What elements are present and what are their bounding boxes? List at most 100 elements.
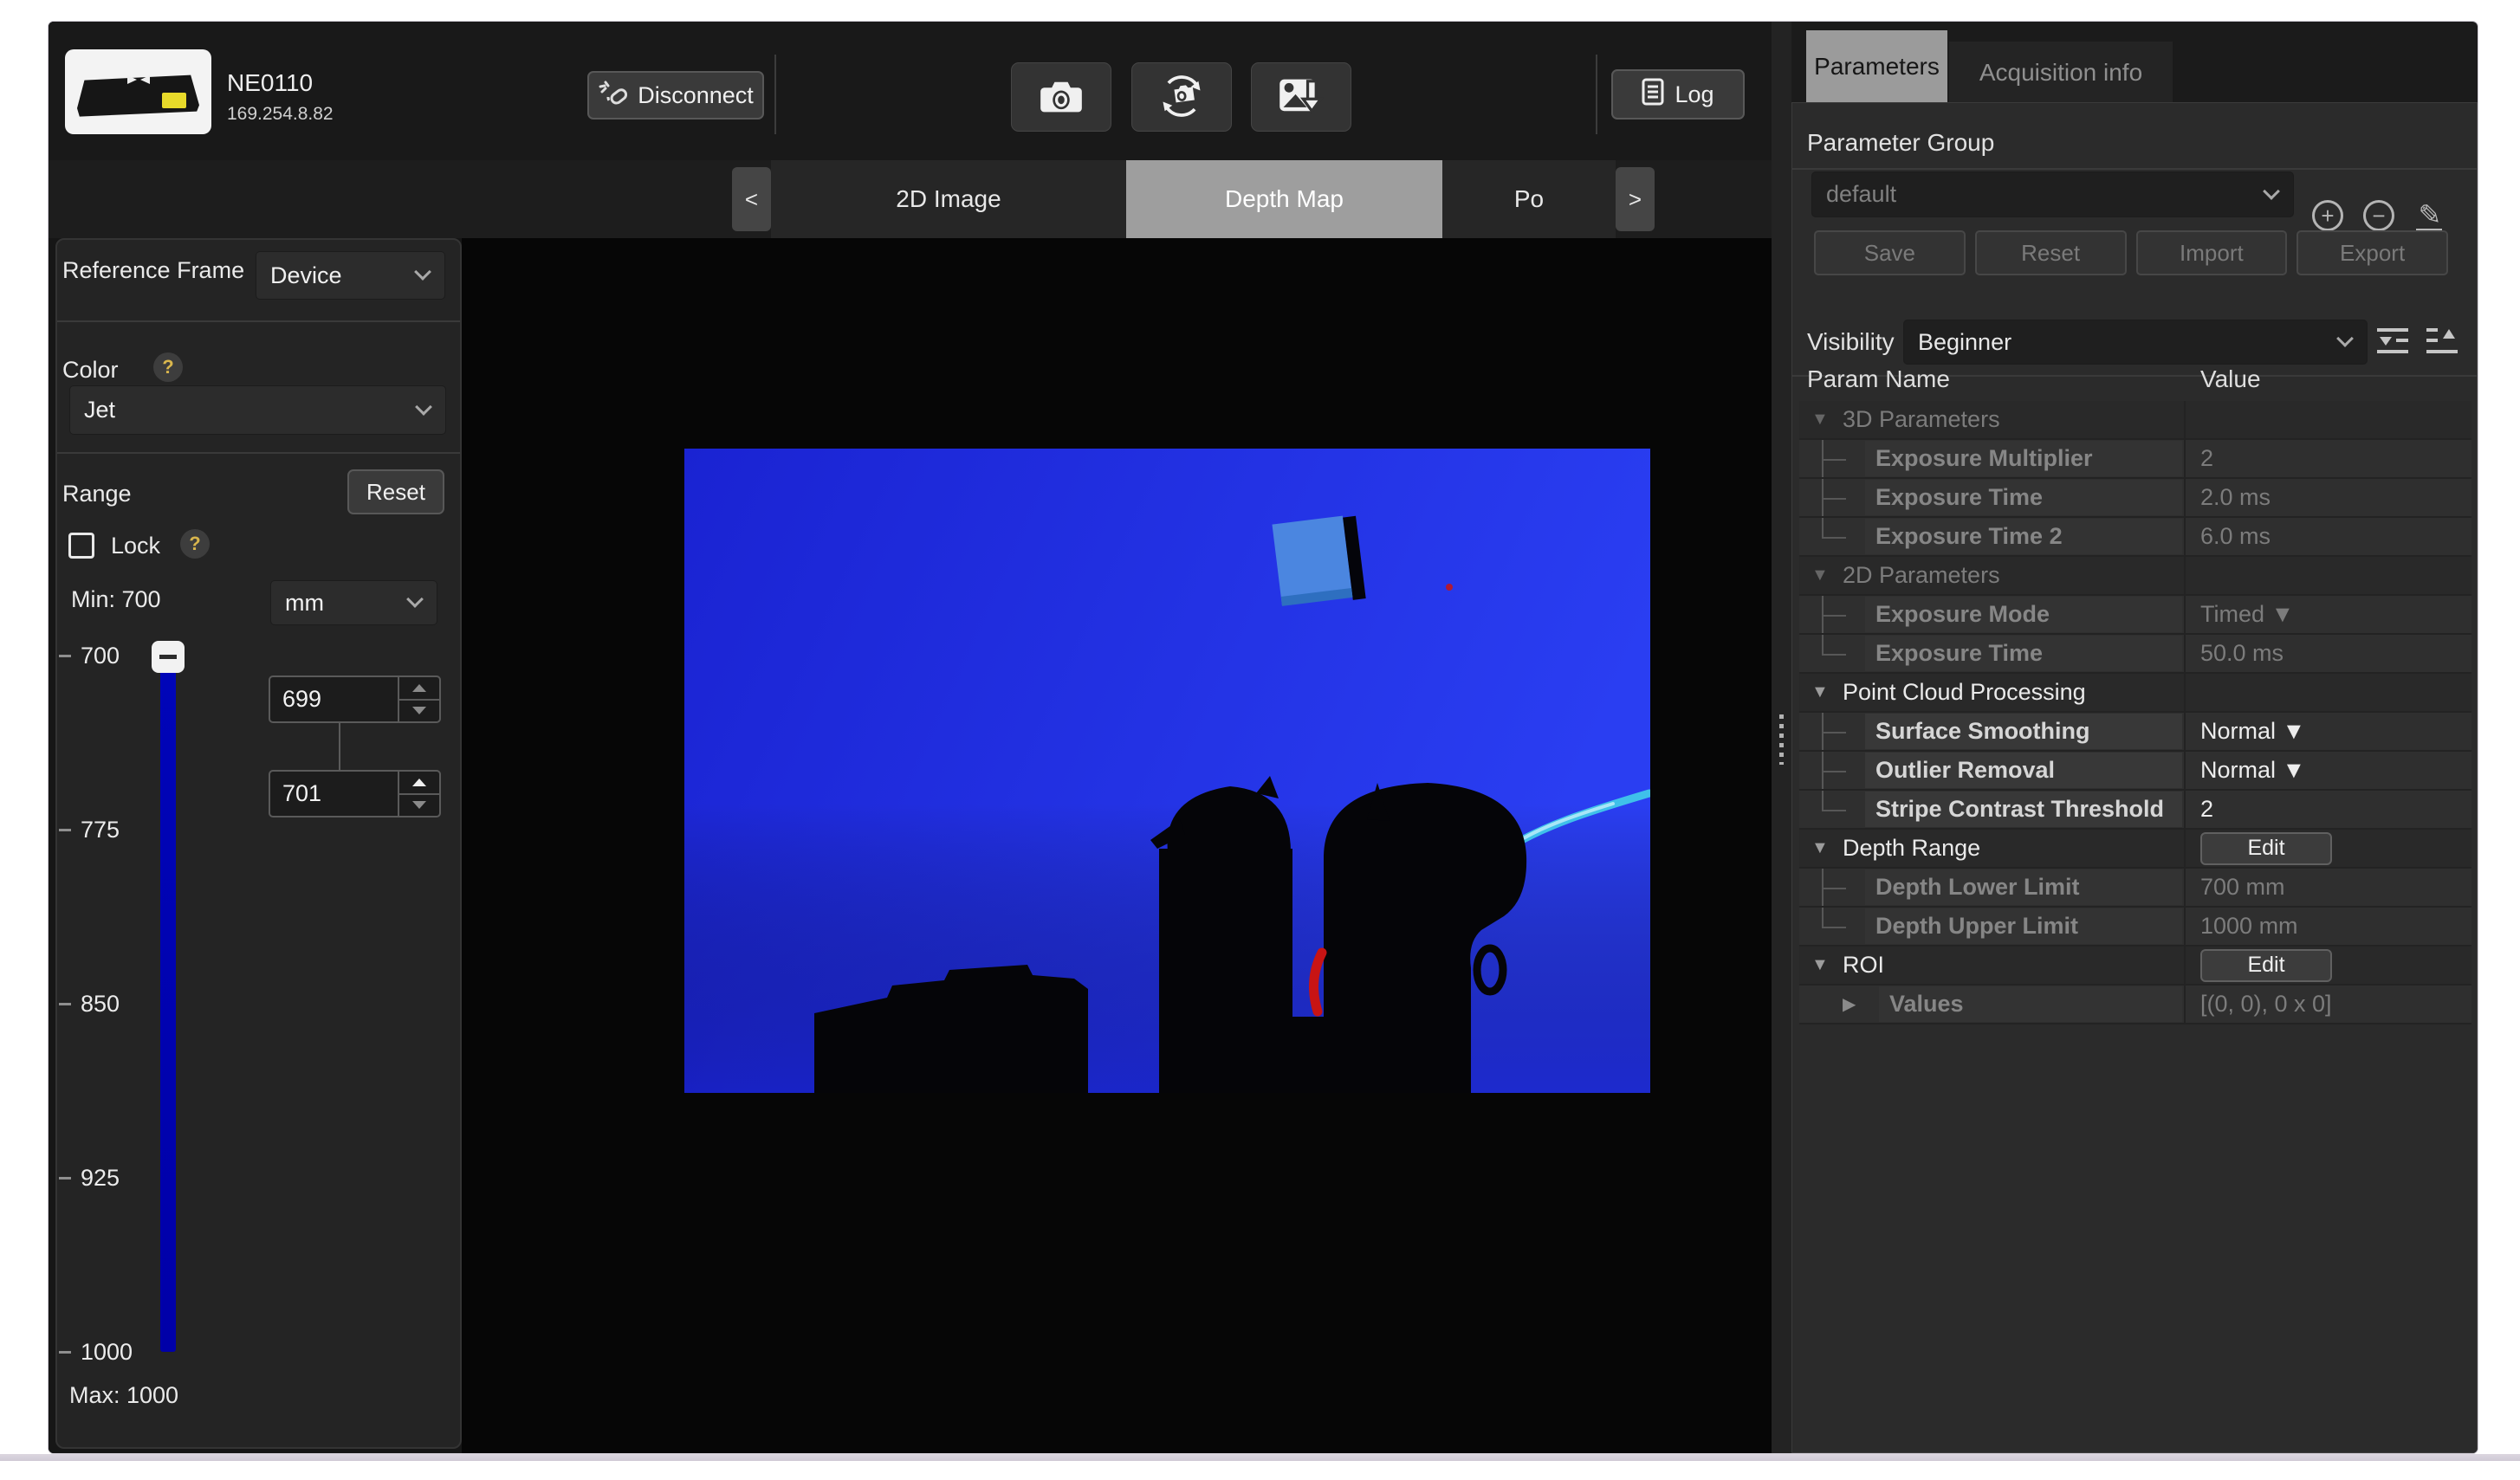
- color-help-icon[interactable]: ?: [153, 352, 183, 382]
- spin-up-button[interactable]: [399, 772, 439, 793]
- tree-connector: [1810, 518, 1865, 555]
- tree-connector: [1810, 479, 1865, 516]
- document-lines-icon: [1642, 78, 1664, 112]
- expand-triangle-icon[interactable]: ▶: [1843, 993, 1869, 1015]
- tab-2d-image[interactable]: 2D Image: [771, 160, 1126, 238]
- range-upper-spinbox[interactable]: 701: [269, 770, 441, 818]
- device-thumbnail: [65, 49, 211, 134]
- tick-mark: [59, 1177, 71, 1179]
- capture-once-button[interactable]: [1011, 62, 1111, 132]
- param-label: Exposure Time: [1865, 636, 2182, 671]
- disconnect-button[interactable]: Disconnect: [587, 71, 764, 120]
- param-row: ▼2D Parameters: [1799, 557, 2471, 596]
- panel-splitter[interactable]: [1772, 22, 1791, 1453]
- param-label: Exposure Multiplier: [1865, 441, 2182, 476]
- collapse-triangle-icon[interactable]: ▼: [1811, 682, 1834, 702]
- tab-parameters[interactable]: Parameters: [1806, 30, 1947, 103]
- add-group-icon[interactable]: +: [2312, 200, 2343, 231]
- rename-group-icon[interactable]: ✎: [2413, 197, 2447, 233]
- param-row: Surface Smoothing Normal ▼: [1799, 713, 2471, 752]
- reset-button[interactable]: Reset: [1975, 230, 2127, 275]
- slider-tick: 1000: [59, 1339, 163, 1365]
- chevron-down-icon: [2263, 183, 2280, 200]
- tick-mark: [59, 655, 71, 657]
- value-dropdown[interactable]: Normal ▼: [2200, 757, 2305, 784]
- parameter-group-select[interactable]: default: [1811, 171, 2294, 217]
- save-image-button[interactable]: [1251, 62, 1351, 132]
- collapse-triangle-icon[interactable]: ▼: [1811, 955, 1834, 975]
- unit-select[interactable]: mm: [270, 580, 437, 625]
- slider-tick: 850: [59, 991, 163, 1017]
- parameter-group-actions: Save Reset Import Export: [1814, 230, 2448, 275]
- visibility-label: Visibility: [1807, 328, 1895, 356]
- device-ip: 169.254.8.82: [227, 104, 334, 125]
- reference-frame-select[interactable]: Device: [256, 251, 445, 300]
- param-name-cell: Exposure Time 2: [1799, 518, 2184, 555]
- visibility-select[interactable]: Beginner: [1903, 320, 2368, 365]
- slider-tick: 925: [59, 1165, 163, 1191]
- range-lower-spinbox[interactable]: 699: [269, 675, 441, 723]
- param-label: 3D Parameters: [1843, 406, 2000, 433]
- app-window: NE0110 169.254.8.82 Disconnect: [49, 22, 2478, 1453]
- tabs-scroll-right-button[interactable]: >: [1616, 167, 1655, 231]
- param-label: Values: [1879, 986, 2182, 1022]
- range-lower-value[interactable]: 699: [270, 677, 398, 721]
- param-row: Exposure Time2.0 ms: [1799, 479, 2471, 518]
- collapse-all-icon[interactable]: [2376, 326, 2409, 356]
- lock-checkbox[interactable]: [68, 533, 94, 559]
- value-dropdown[interactable]: Timed ▼: [2200, 601, 2294, 628]
- import-button[interactable]: Import: [2136, 230, 2288, 275]
- param-row: Exposure Time 26.0 ms: [1799, 518, 2471, 557]
- section-divider: [57, 452, 460, 454]
- range-reset-button[interactable]: Reset: [347, 469, 444, 514]
- tab-acquisition-info[interactable]: Acquisition info: [1949, 42, 2173, 103]
- capture-continuous-button[interactable]: [1131, 62, 1232, 132]
- param-name-cell: ▼ROI: [1799, 947, 2184, 984]
- param-row: ▼ 3D Parameters: [1799, 401, 2471, 440]
- param-label: Depth Range: [1843, 835, 1980, 862]
- save-button[interactable]: Save: [1814, 230, 1966, 275]
- expand-all-icon[interactable]: [2426, 326, 2458, 356]
- camera-icon: [1039, 77, 1084, 118]
- log-button[interactable]: Log: [1611, 69, 1745, 120]
- param-value-cell: Edit: [2184, 947, 2471, 984]
- collapse-triangle-icon[interactable]: ▼: [1811, 566, 1834, 585]
- colormap-select[interactable]: Jet: [69, 385, 446, 435]
- range-max-label: Max: 1000: [69, 1382, 178, 1409]
- tab-depth-map[interactable]: Depth Map: [1126, 160, 1442, 238]
- param-value-cell: Timed ▼: [2184, 596, 2471, 633]
- collapse-triangle-icon[interactable]: ▼: [1811, 410, 1834, 430]
- range-label: Range: [62, 481, 132, 507]
- param-name-cell: ▼Point Cloud Processing: [1799, 674, 2184, 711]
- spin-up-button[interactable]: [399, 677, 439, 699]
- export-button[interactable]: Export: [2297, 230, 2448, 275]
- param-name-cell: Outlier Removal: [1799, 752, 2184, 789]
- param-label: Surface Smoothing: [1865, 714, 2182, 749]
- spin-down-button[interactable]: [399, 793, 439, 817]
- display-settings-panel: Reference Frame Device Color ? Jet Range…: [55, 238, 462, 1449]
- broken-link-icon: [598, 78, 627, 113]
- param-label: Outlier Removal: [1865, 753, 2182, 788]
- visibility-value: Beginner: [1918, 329, 2011, 356]
- lock-help-icon[interactable]: ?: [180, 529, 210, 559]
- param-value-header: Value: [2200, 365, 2261, 393]
- param-name-cell: Exposure Mode: [1799, 596, 2184, 633]
- reference-frame-value: Device: [270, 262, 342, 289]
- edit-button[interactable]: Edit: [2200, 832, 2332, 865]
- param-name-cell: Exposure Time: [1799, 635, 2184, 672]
- tab-point-cloud[interactable]: Po: [1442, 160, 1616, 238]
- value-dropdown[interactable]: Normal ▼: [2200, 718, 2305, 745]
- param-value-cell: 2.0 ms: [2184, 479, 2471, 516]
- edit-button[interactable]: Edit: [2200, 949, 2332, 982]
- range-slider-track[interactable]: [160, 669, 176, 1352]
- parameters-panel-body: Parameter Group default + − ✎ Save Reset…: [1791, 102, 2478, 1453]
- tabs-scroll-left-button[interactable]: <: [732, 167, 771, 231]
- param-row: ▶Values[(0, 0), 0 x 0]: [1799, 986, 2471, 1024]
- remove-group-icon[interactable]: −: [2363, 200, 2394, 231]
- range-slider-handle[interactable]: [152, 641, 185, 673]
- slider-tick: 700: [59, 643, 163, 669]
- collapse-triangle-icon[interactable]: ▼: [1811, 838, 1834, 858]
- spin-down-button[interactable]: [399, 699, 439, 722]
- param-name-cell: Stripe Contrast Threshold: [1799, 791, 2184, 828]
- range-upper-value[interactable]: 701: [270, 772, 398, 816]
